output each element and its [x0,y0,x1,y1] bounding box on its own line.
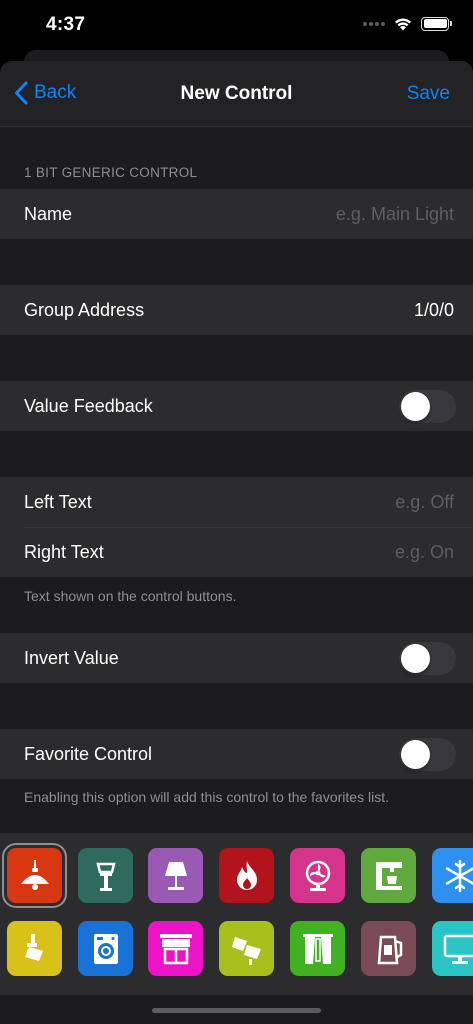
wifi-icon [395,18,411,31]
invert-value-toggle[interactable] [399,642,456,675]
fan-icon[interactable] [290,848,345,903]
name-field[interactable]: e.g. Main Light [336,204,454,225]
value-feedback-label: Value Feedback [24,395,153,416]
navigation-bar: Back New Control Save [0,61,473,127]
section-header: 1 BIT GENERIC CONTROL [24,165,198,180]
favorite-footer-text: Enabling this option will add this contr… [24,789,389,805]
save-button[interactable]: Save [407,83,450,105]
kettle-icon[interactable] [361,921,416,976]
battery-icon [421,16,452,31]
value-feedback-row: Value Feedback [0,381,473,431]
name-label: Name [24,203,73,224]
name-row[interactable]: Name e.g. Main Light [0,189,473,239]
buttons-footer-text: Text shown on the control buttons. [24,588,237,604]
status-icons [363,16,452,31]
snowflake-icon[interactable] [432,848,473,903]
status-time: 4:37 [46,14,86,35]
curtains-icon[interactable] [290,921,345,976]
spotlight-icon[interactable] [7,921,62,976]
awning-icon[interactable] [148,921,203,976]
washing-machine-icon[interactable] [78,921,133,976]
group-address-value[interactable]: 1/0/0 [414,300,454,321]
pendant-lamp-icon[interactable] [7,848,62,903]
group-address-row[interactable]: Group Address 1/0/0 [0,285,473,335]
fire-icon[interactable] [219,848,274,903]
cellular-signal-icon [363,21,385,26]
left-text-row[interactable]: Left Text e.g. Off [0,477,473,527]
page-title: New Control [180,83,293,104]
double-spotlight-icon[interactable] [219,921,274,976]
left-text-field[interactable]: e.g. Off [395,492,454,513]
monitor-icon[interactable] [432,921,473,976]
table-lamp-icon[interactable] [148,848,203,903]
invert-value-row: Invert Value [0,633,473,683]
group-address-label: Group Address [24,299,145,320]
favorite-control-toggle[interactable] [399,738,456,771]
coffee-machine-icon[interactable] [361,848,416,903]
right-text-label: Right Text [24,541,104,562]
left-text-label: Left Text [24,491,92,512]
invert-value-label: Invert Value [24,647,119,668]
icon-picker [0,833,473,995]
status-bar: 4:37 [0,0,473,50]
favorite-control-label: Favorite Control [24,743,153,764]
favorite-control-row: Favorite Control [0,729,473,779]
new-control-sheet: Back New Control Save 1 BIT GENERIC CONT… [0,61,473,1024]
value-feedback-toggle[interactable] [399,390,456,423]
garden-lamp-icon[interactable] [78,848,133,903]
right-text-row[interactable]: Right Text e.g. On [0,527,473,577]
right-text-field[interactable]: e.g. On [395,542,454,563]
home-indicator[interactable] [152,1008,321,1013]
